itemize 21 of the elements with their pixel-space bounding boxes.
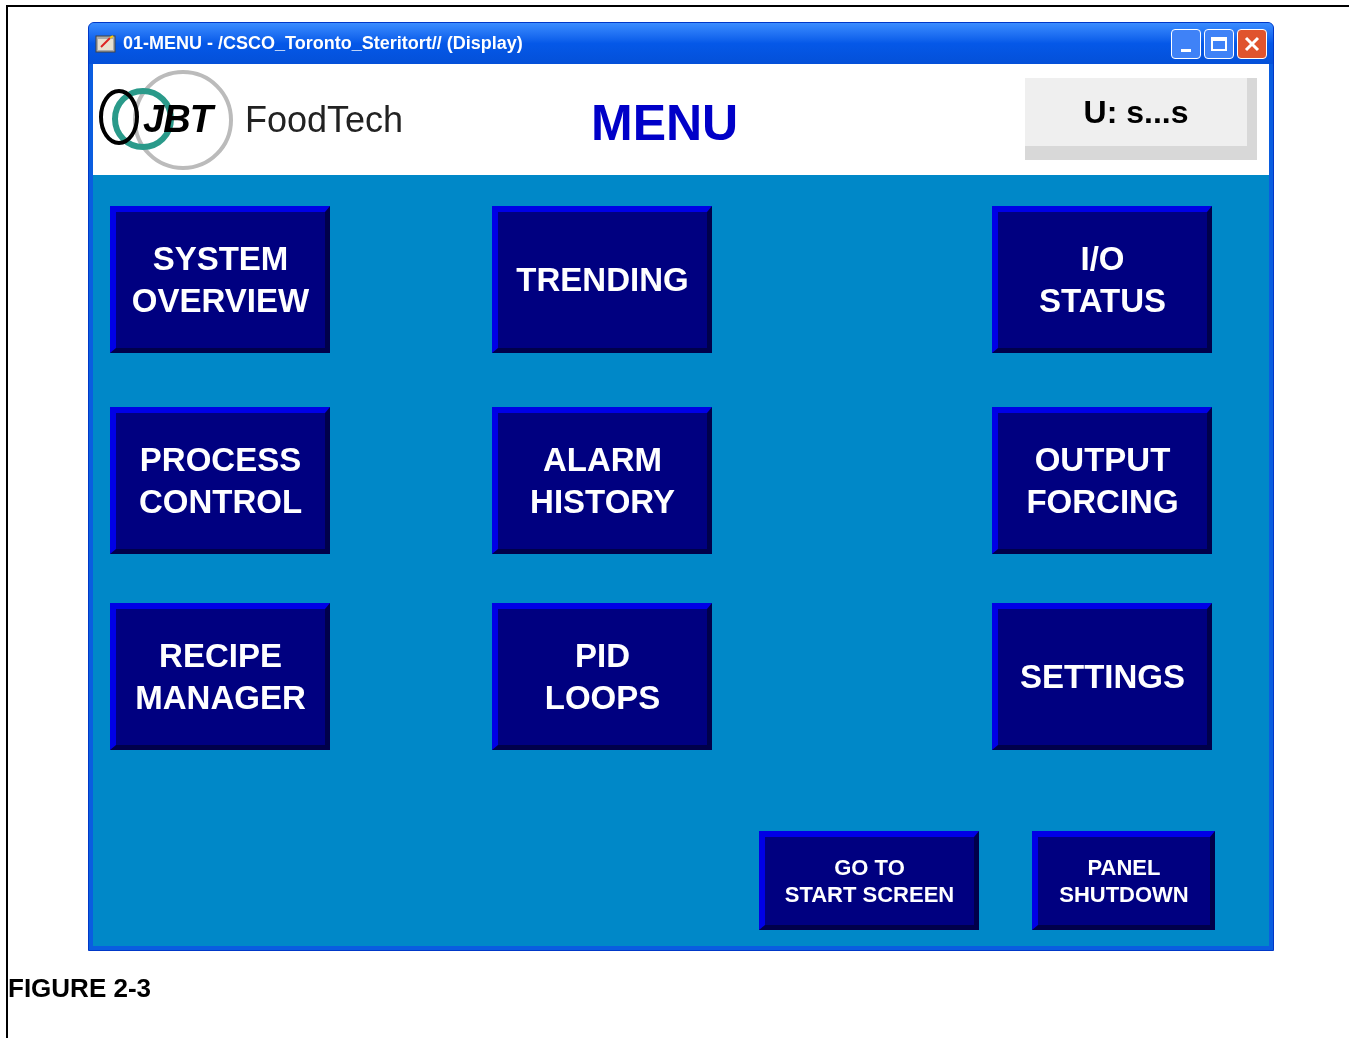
menu-button[interactable]: I/O STATUS — [992, 206, 1212, 353]
logo-wordmark: FoodTech — [245, 97, 404, 142]
menu-button[interactable]: GO TO START SCREEN — [759, 831, 979, 930]
close-button[interactable] — [1237, 28, 1267, 59]
maximize-button[interactable] — [1204, 28, 1234, 59]
menu-button[interactable]: SETTINGS — [992, 603, 1212, 750]
menu-button[interactable]: ALARM HISTORY — [492, 407, 712, 554]
menu-button[interactable]: OUTPUT FORCING — [992, 407, 1212, 554]
user-label: U: s...s — [1083, 93, 1189, 132]
menu-button[interactable]: PID LOOPS — [492, 603, 712, 750]
window-title: 01-MENU - /CSCO_Toronto_Steritort// (Display) — [123, 32, 523, 55]
menu-button[interactable]: TRENDING — [492, 206, 712, 353]
app-icon — [95, 33, 117, 54]
menu-button[interactable]: PANEL SHUTDOWN — [1032, 831, 1215, 930]
minimize-button[interactable] — [1171, 28, 1201, 59]
menu-button[interactable]: SYSTEM OVERVIEW — [110, 206, 330, 353]
screen-title: MENU — [591, 94, 739, 153]
figure-caption: FIGURE 2-3 — [8, 972, 153, 1005]
menu-button[interactable]: RECIPE MANAGER — [110, 603, 330, 750]
close-icon — [1244, 35, 1260, 52]
menu-button[interactable]: PROCESS CONTROL — [110, 407, 330, 554]
